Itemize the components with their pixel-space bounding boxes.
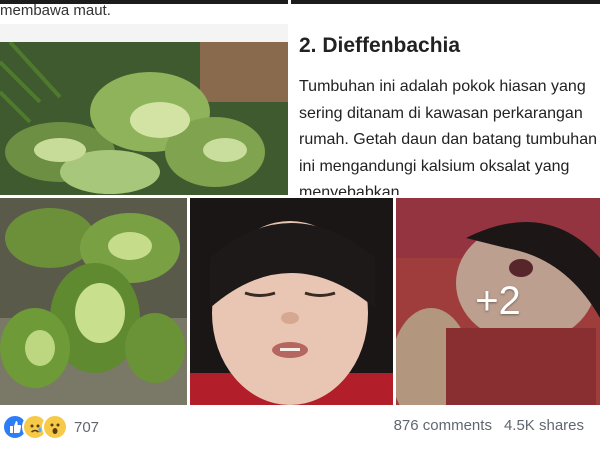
more-photos-count: +2 bbox=[475, 279, 521, 323]
more-photos-overlay[interactable]: +2 bbox=[396, 198, 600, 405]
article-body: Tumbuhan ini adalah pokok hiasan yang se… bbox=[299, 78, 597, 195]
comments-link[interactable]: 876 comments bbox=[394, 417, 492, 434]
dieffenbachia-photo-1 bbox=[0, 42, 288, 195]
caption-fragment: membawa maut. bbox=[0, 2, 111, 19]
shares-link[interactable]: 4.5K shares bbox=[504, 417, 584, 434]
reaction-count: 707 bbox=[74, 418, 100, 436]
caption-strip: membawa maut. bbox=[0, 0, 288, 24]
photo-plant-closeup[interactable] bbox=[0, 198, 187, 405]
dieffenbachia-photo-2 bbox=[0, 198, 187, 405]
article-heading: 2. Dieffenbachia bbox=[299, 34, 461, 57]
post-footer: 707 876 comments 4.5K shares bbox=[0, 405, 600, 450]
photo-plant-large[interactable]: membawa maut. bbox=[0, 0, 288, 195]
wow-icon bbox=[42, 414, 68, 440]
article-card[interactable]: 2. Dieffenbachia Tumbuhan ini adalah pok… bbox=[291, 0, 600, 195]
reactions-summary[interactable]: 707 bbox=[2, 414, 100, 440]
header-bar bbox=[291, 0, 600, 4]
engagement-counts: 876 comments 4.5K shares bbox=[394, 417, 584, 434]
photo-grid: membawa maut. 2. Dieffenbachia Tumbuhan … bbox=[0, 0, 600, 405]
child-photo-1 bbox=[190, 198, 393, 405]
photo-child-2-more[interactable]: +2 bbox=[396, 198, 600, 405]
photo-child-1[interactable] bbox=[190, 198, 393, 405]
